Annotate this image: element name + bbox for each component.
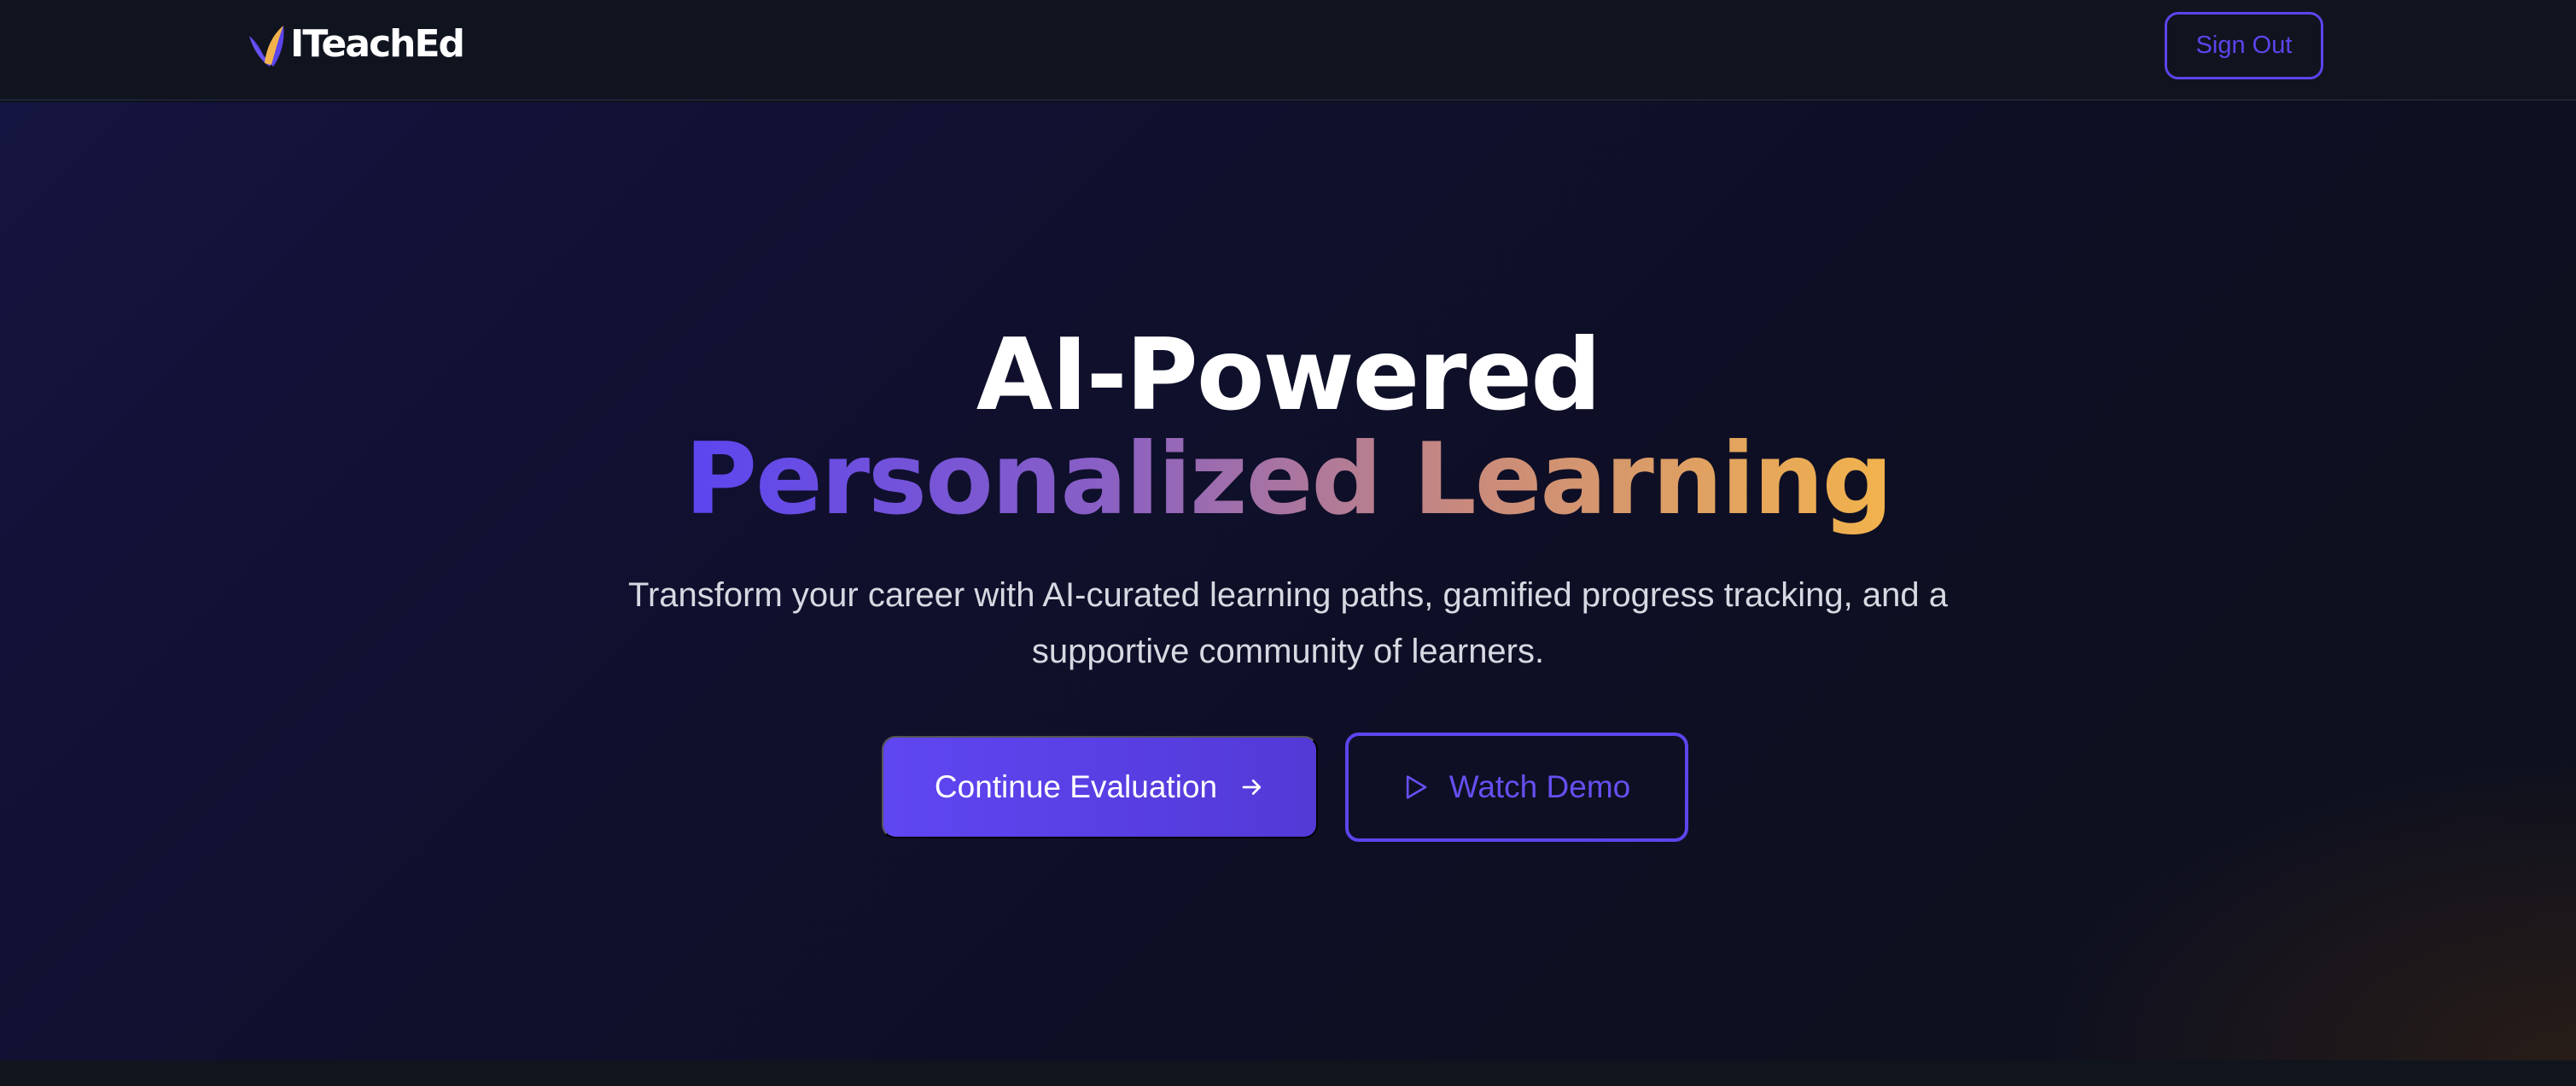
brand-name: ITeachEd	[290, 22, 465, 66]
watch-demo-button[interactable]: Watch Demo	[1345, 733, 1688, 842]
hero-subtitle: Transform your career with AI-curated le…	[628, 576, 1948, 670]
brand-logo[interactable]: ITeachEd	[246, 20, 465, 68]
continue-evaluation-button[interactable]: Continue Evaluation	[882, 736, 1318, 838]
leaf-book-icon	[249, 26, 284, 67]
hero-headline: AI-Powered	[976, 318, 1602, 433]
sign-out-button[interactable]: Sign Out	[2165, 12, 2323, 79]
hero-headline-accent: Personalized Learning	[0, 420, 2576, 540]
continue-evaluation-label: Continue Evaluation	[934, 769, 1218, 804]
play-icon	[1406, 775, 1427, 799]
page-footer-edge	[0, 1060, 2576, 1086]
arrow-right-icon	[1242, 779, 1262, 795]
hero-headline-accent-text: Personalized Learning	[685, 422, 1893, 537]
top-navbar: ITeachEd Sign Out	[0, 0, 2576, 101]
watch-demo-label: Watch Demo	[1448, 769, 1631, 804]
